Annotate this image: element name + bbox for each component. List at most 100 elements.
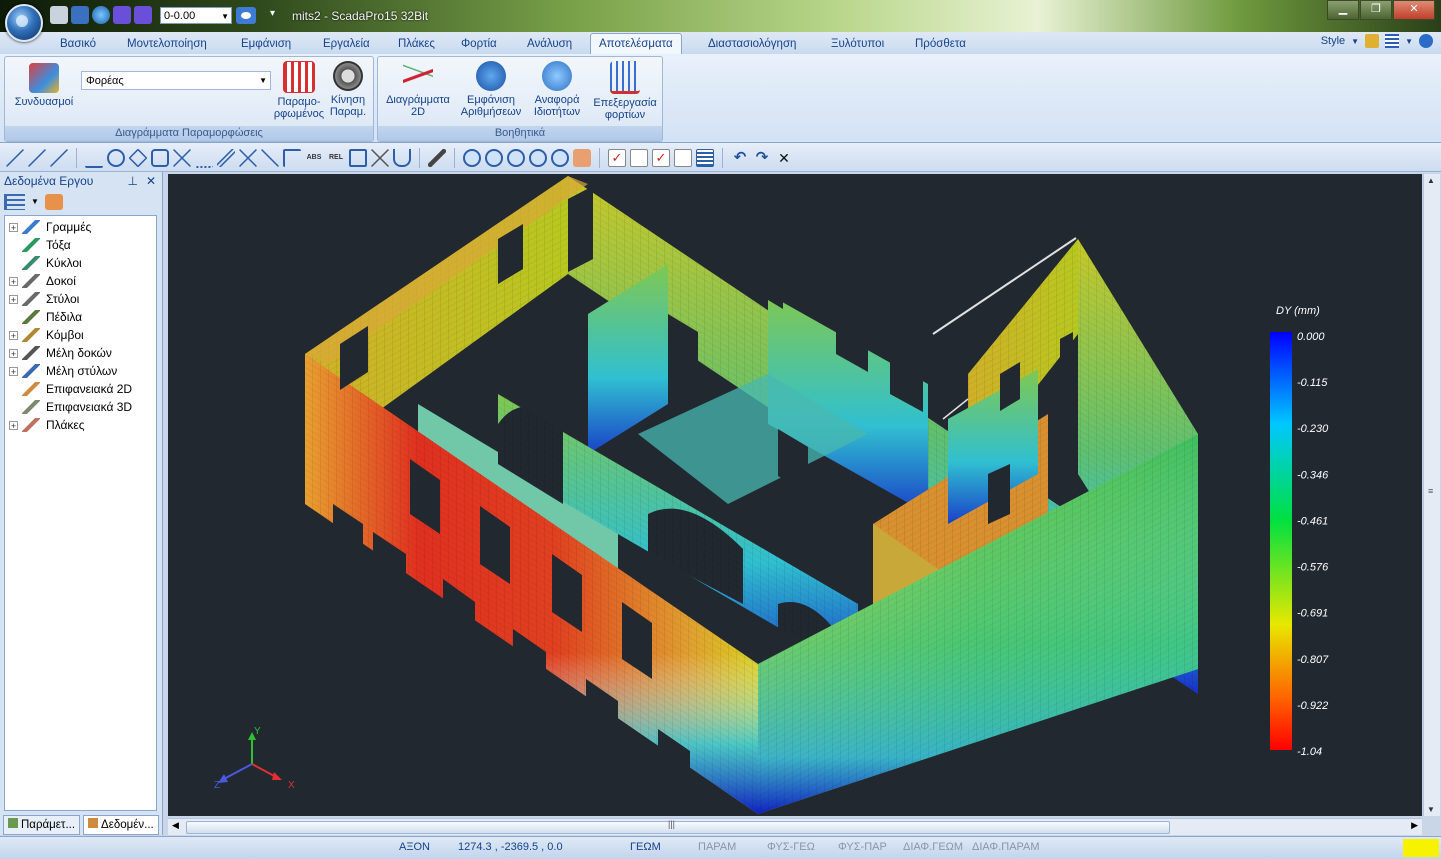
- combinations-button[interactable]: Συνδυασμοί: [9, 63, 79, 108]
- tree-item[interactable]: + Πλάκες: [9, 416, 85, 434]
- vertical-scrollbar[interactable]: ▲ ≡ ▼: [1423, 174, 1440, 816]
- cross-snap-icon[interactable]: [239, 149, 257, 167]
- line-icon[interactable]: [6, 149, 24, 167]
- print-icon[interactable]: [50, 6, 68, 24]
- chevron-down-icon[interactable]: ▼: [1405, 37, 1413, 46]
- properties-report-button[interactable]: Αναφορά Ιδιοτήτων: [524, 61, 590, 118]
- expand-icon[interactable]: +: [9, 420, 18, 430]
- scroll-up-icon[interactable]: ▲: [1427, 176, 1435, 185]
- zoom-icon[interactable]: [463, 149, 481, 167]
- zoom-in-icon[interactable]: [485, 149, 503, 167]
- horizontal-scrollbar[interactable]: ◀ ||| ▶: [168, 818, 1422, 835]
- status-fys-par[interactable]: ΦΥΣ-ΠΑΡ: [838, 841, 887, 853]
- tab-results[interactable]: Αποτελέσματα: [590, 33, 682, 55]
- expand-icon[interactable]: +: [9, 294, 18, 304]
- zoom-plus-icon[interactable]: [529, 149, 547, 167]
- grid-icon[interactable]: [696, 149, 714, 167]
- center-snap-icon[interactable]: [128, 148, 148, 168]
- model-viewport[interactable]: DY (mm) 0.000 -0.115 -0.230 -0.346 -0.461 -0.…: [168, 174, 1422, 816]
- zoom-minus-icon[interactable]: [551, 149, 569, 167]
- chevron-down-icon[interactable]: ▼: [31, 194, 39, 210]
- scroll-down-icon[interactable]: ▼: [1427, 805, 1435, 814]
- diagrams-2d-button[interactable]: Διαγράμματα 2D: [382, 61, 454, 118]
- status-diaf-param[interactable]: ΔΙΑΦ.ΠΑΡΑΜ: [972, 841, 1040, 853]
- help-icon[interactable]: [1419, 34, 1433, 48]
- scroll-left-icon[interactable]: ◀: [172, 820, 179, 831]
- expand-icon[interactable]: +: [9, 222, 18, 232]
- tree-item[interactable]: + Στύλοι: [9, 290, 79, 308]
- trim-icon[interactable]: [261, 149, 279, 167]
- arrow-up-icon[interactable]: [113, 6, 131, 24]
- zoom-window-icon[interactable]: [507, 149, 525, 167]
- tree-item[interactable]: Επιφανειακά 3D: [9, 398, 132, 416]
- save-icon[interactable]: [71, 6, 89, 24]
- tab-loads[interactable]: Φορτία: [461, 35, 497, 53]
- tree-item[interactable]: Κύκλοι: [9, 254, 82, 272]
- arrow-down-icon[interactable]: [134, 6, 152, 24]
- tree-item[interactable]: + Κόμβοι: [9, 326, 84, 344]
- tree-item[interactable]: + Γραμμές: [9, 218, 91, 236]
- style-menu[interactable]: Style: [1321, 35, 1345, 47]
- tab-addons[interactable]: Πρόσθετα: [915, 35, 966, 53]
- scroll-grip-icon[interactable]: |||: [668, 819, 675, 829]
- tab-slabs[interactable]: Πλάκες: [398, 35, 435, 53]
- edit-loads-button[interactable]: Επεξεργασία φορτίων: [590, 61, 660, 121]
- tree-item[interactable]: + Δοκοί: [9, 272, 76, 290]
- perpendicular-icon[interactable]: [85, 148, 103, 168]
- tree-item[interactable]: + Μέλη δοκών: [9, 344, 112, 362]
- undo-icon[interactable]: ↶: [731, 149, 749, 167]
- scroll-right-icon[interactable]: ▶: [1411, 820, 1418, 831]
- delete-snap-icon[interactable]: [371, 149, 389, 167]
- customize-qat-icon[interactable]: ▾: [270, 8, 275, 19]
- scroll-grip-icon[interactable]: ≡: [1428, 486, 1433, 496]
- motion-button[interactable]: Κίνηση Παραμ.: [323, 61, 373, 118]
- chart-check-icon[interactable]: [630, 149, 648, 167]
- abs-icon[interactable]: ABS: [305, 149, 323, 167]
- status-fys-geo[interactable]: ΦΥΣ-ΓΕΩ: [767, 841, 815, 853]
- tab-formwork[interactable]: Ξυλότυποι: [831, 35, 884, 53]
- tab-parameters[interactable]: Παράμετ...: [3, 815, 81, 835]
- expand-icon[interactable]: +: [9, 348, 18, 358]
- check-icon[interactable]: ✓: [608, 149, 626, 167]
- intersection-snap-icon[interactable]: [173, 149, 191, 167]
- close-button[interactable]: ✕: [1393, 0, 1435, 20]
- refresh-icon[interactable]: [44, 194, 63, 210]
- flag-icon[interactable]: [1385, 34, 1400, 48]
- eye-icon[interactable]: [236, 7, 256, 24]
- tab-view[interactable]: Εμφάνιση: [241, 35, 291, 53]
- window-select-icon[interactable]: [349, 149, 367, 167]
- minimize-button[interactable]: ▁: [1327, 0, 1359, 20]
- pin-icon[interactable]: ⊥: [128, 172, 138, 190]
- expand-icon[interactable]: +: [9, 276, 18, 286]
- tree-item[interactable]: Επιφανειακά 2D: [9, 380, 132, 398]
- status-geom[interactable]: ΓΕΩΜ: [630, 841, 661, 853]
- magnet-icon[interactable]: [393, 149, 411, 167]
- tab-design[interactable]: Διαστασιολόγηση: [708, 35, 796, 53]
- rel-icon[interactable]: REL: [327, 149, 345, 167]
- status-axon[interactable]: ΑΞΟΝ: [399, 841, 430, 853]
- level-combo[interactable]: 0-0.00 ▼: [160, 7, 232, 24]
- status-param[interactable]: ΠΑΡΑΜ: [698, 841, 736, 853]
- structure-combo[interactable]: Φορέας ▼: [81, 71, 271, 90]
- tab-analysis[interactable]: Ανάλυση: [527, 35, 572, 53]
- parallel-icon[interactable]: [217, 149, 235, 167]
- tab-tools[interactable]: Εργαλεία: [323, 35, 370, 53]
- deformed-button[interactable]: Παραμο- ρφωμένος: [269, 61, 329, 120]
- tree-view-icon[interactable]: [4, 194, 25, 210]
- quadrant-snap-icon[interactable]: [151, 149, 169, 167]
- delete-icon[interactable]: ✕: [775, 149, 793, 167]
- pencil-icon[interactable]: [428, 149, 446, 167]
- tree-item[interactable]: Πέδιλα: [9, 308, 82, 326]
- offset-line-icon[interactable]: [50, 149, 68, 167]
- close-icon[interactable]: ✕: [146, 172, 156, 190]
- tab-project-data[interactable]: Δεδομέν...: [83, 815, 159, 835]
- pan-icon[interactable]: [573, 149, 591, 167]
- status-diaf-geom[interactable]: ΔΙΑΦ.ΓΕΩΜ: [903, 841, 963, 853]
- scroll-thumb[interactable]: [186, 821, 1170, 834]
- expand-icon[interactable]: +: [9, 366, 18, 376]
- tab-modeling[interactable]: Μοντελοποίηση: [127, 35, 207, 53]
- circle-snap-icon[interactable]: [107, 149, 125, 167]
- show-numbering-button[interactable]: Εμφάνιση Αριθμήσεων: [456, 61, 526, 118]
- check-box-icon[interactable]: ✓: [652, 149, 670, 167]
- corner-icon[interactable]: [283, 149, 301, 167]
